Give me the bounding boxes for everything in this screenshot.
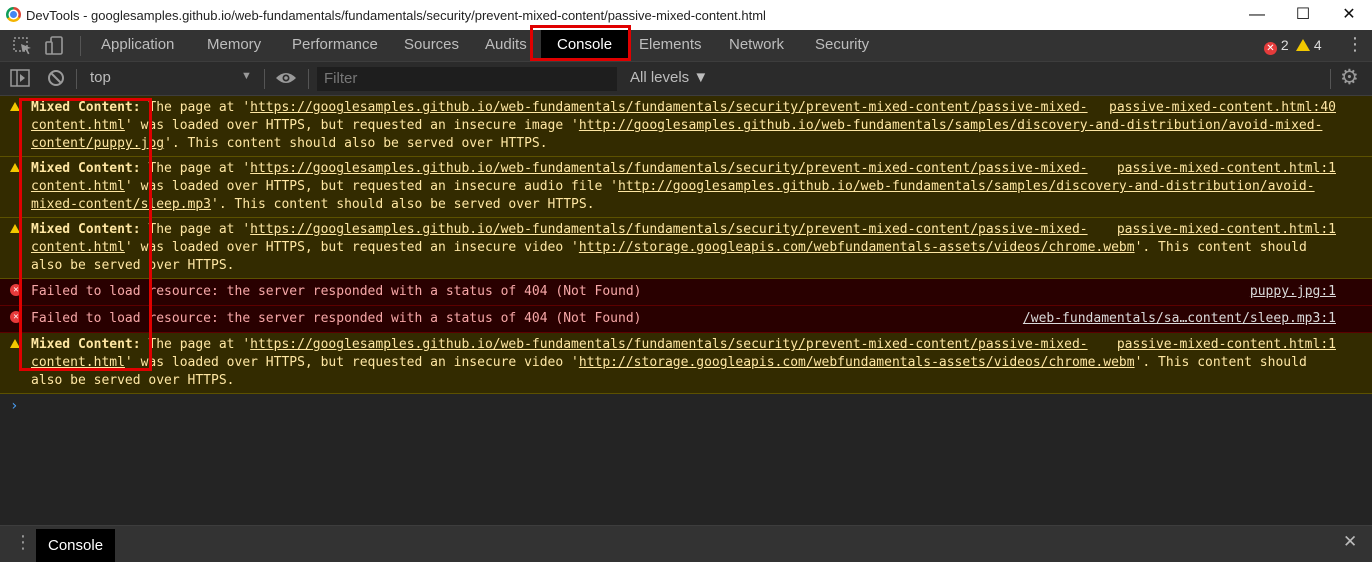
tab-performance[interactable]: Performance <box>292 30 378 61</box>
drawer-tab-console[interactable]: Console <box>36 529 116 562</box>
warning-icon <box>1296 39 1310 51</box>
inspect-element-icon[interactable] <box>12 35 34 57</box>
error-count[interactable]: ✕ 2 <box>1264 37 1289 55</box>
live-expression-eye-icon[interactable] <box>275 70 297 86</box>
show-sidebar-icon[interactable] <box>10 69 30 87</box>
console-message-error: ✕ puppy.jpg:1 Failed to load resource: t… <box>0 279 1372 306</box>
tab-application[interactable]: Application <box>101 30 174 61</box>
context-dropdown-arrow-icon[interactable]: ▼ <box>241 70 252 82</box>
message-text: The page at ' <box>140 337 251 352</box>
console-message-error: ✕ /web-fundamentals/sa…content/sleep.mp3… <box>0 306 1372 333</box>
message-text: The page at ' <box>140 100 251 115</box>
message-source-link[interactable]: passive-mixed-content.html:1 <box>1117 336 1336 354</box>
message-text: The page at ' <box>140 222 251 237</box>
console-message-warning: passive-mixed-content.html:1 Mixed Conte… <box>0 157 1372 218</box>
console-message-warning: passive-mixed-content.html:40 Mixed Cont… <box>0 96 1372 157</box>
drawer-bar: ⋮ Console ✕ <box>0 525 1372 562</box>
console-message-warning: passive-mixed-content.html:1 Mixed Conte… <box>0 218 1372 279</box>
tab-security[interactable]: Security <box>815 30 869 61</box>
toolbar-separator <box>308 69 309 89</box>
mixed-content-highlight <box>19 98 152 371</box>
tab-network[interactable]: Network <box>729 30 784 61</box>
minimize-button[interactable]: — <box>1234 0 1280 30</box>
message-text: '. This content should also be served ov… <box>164 136 548 151</box>
drawer-menu-icon[interactable]: ⋮ <box>14 532 32 553</box>
console-prompt-icon[interactable]: › <box>10 398 18 414</box>
message-text: ' was loaded over HTTPS, but requested a… <box>124 355 579 370</box>
tab-memory[interactable]: Memory <box>207 30 261 61</box>
console-messages: passive-mixed-content.html:40 Mixed Cont… <box>0 96 1372 394</box>
message-text: ' was loaded over HTTPS, but requested a… <box>124 179 619 194</box>
tabbar-separator <box>80 36 81 56</box>
console-tab-highlight <box>530 25 631 61</box>
window-title: DevTools - googlesamples.github.io/web-f… <box>26 8 766 23</box>
maximize-button[interactable]: ☐ <box>1280 0 1326 30</box>
toolbar-separator <box>264 69 265 89</box>
toolbar-separator <box>1330 69 1331 89</box>
tab-elements[interactable]: Elements <box>639 30 702 61</box>
resource-url-link[interactable]: http://storage.googleapis.com/webfundame… <box>579 240 1135 255</box>
message-source-link[interactable]: passive-mixed-content.html:1 <box>1117 221 1336 239</box>
message-text: '. This content should also be served ov… <box>211 197 595 212</box>
tab-sources[interactable]: Sources <box>404 30 459 61</box>
console-message-warning: passive-mixed-content.html:1 Mixed Conte… <box>0 333 1372 394</box>
window-titlebar: DevTools - googlesamples.github.io/web-f… <box>0 0 1372 30</box>
error-count-value: 2 <box>1280 37 1289 53</box>
console-settings-gear-icon[interactable]: ⚙ <box>1340 65 1359 90</box>
tab-audits[interactable]: Audits <box>485 30 527 61</box>
more-options-icon[interactable]: ⋮ <box>1346 34 1364 55</box>
toolbar-separator <box>76 69 77 89</box>
console-toolbar: top ▼ Filter All levels ▼ ⚙ <box>0 62 1372 96</box>
devtools-tabbar: Application Memory Performance Sources A… <box>0 30 1372 62</box>
context-select[interactable]: top <box>90 69 111 86</box>
chrome-logo-icon <box>6 7 21 22</box>
message-source-link[interactable]: passive-mixed-content.html:1 <box>1117 160 1336 178</box>
error-icon: ✕ <box>1264 42 1277 55</box>
filter-input[interactable]: Filter <box>317 67 617 91</box>
warning-count[interactable]: 4 <box>1296 37 1322 53</box>
message-text: ' was loaded over HTTPS, but requested a… <box>124 240 579 255</box>
message-source-link[interactable]: puppy.jpg:1 <box>1250 283 1336 301</box>
warning-count-value: 4 <box>1313 37 1322 53</box>
drawer-close-icon[interactable]: ✕ <box>1343 532 1357 552</box>
log-levels-dropdown[interactable]: All levels ▼ <box>630 69 708 86</box>
resource-url-link[interactable]: http://storage.googleapis.com/webfundame… <box>579 355 1135 370</box>
message-text: ' was loaded over HTTPS, but requested a… <box>124 118 579 133</box>
device-toolbar-icon[interactable] <box>44 35 66 57</box>
close-window-button[interactable]: ✕ <box>1326 0 1372 30</box>
clear-console-icon[interactable] <box>47 69 65 87</box>
message-source-link[interactable]: passive-mixed-content.html:40 <box>1109 99 1336 117</box>
message-text: The page at ' <box>140 161 251 176</box>
message-source-link[interactable]: /web-fundamentals/sa…content/sleep.mp3:1 <box>1023 310 1336 328</box>
